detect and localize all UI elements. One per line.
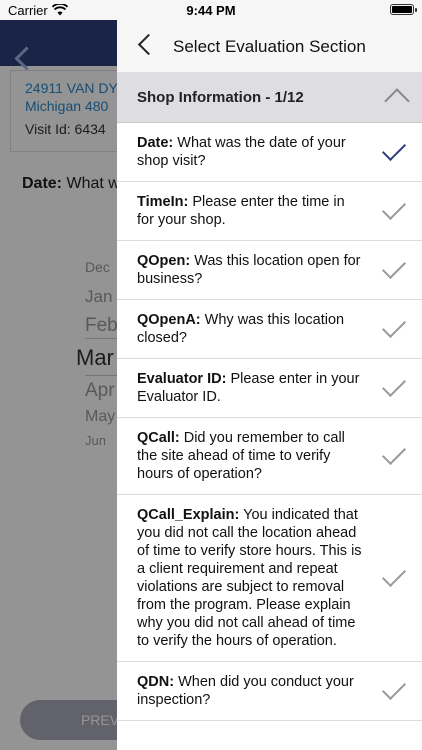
question-label: Date: — [137, 135, 174, 151]
question-label: Evaluator ID: — [137, 371, 227, 387]
question-item[interactable]: QCall_Explain: You indicated that you di… — [117, 495, 422, 662]
question-item[interactable]: Date: What was the date of your shop vis… — [117, 123, 422, 182]
question-item[interactable]: QOpenA: Why was this location closed? — [117, 300, 422, 359]
question-label: TimeIn: — [137, 194, 189, 210]
section-title: Shop Information - 1/12 — [137, 89, 304, 106]
status-bar: Carrier 9:44 PM — [0, 0, 422, 20]
checkmark-icon — [381, 136, 407, 162]
chevron-up-icon[interactable] — [384, 88, 410, 114]
panel-title: Select Evaluation Section — [173, 37, 366, 56]
question-item[interactable]: QOpen: Was this location open for busine… — [117, 241, 422, 300]
checkmark-icon — [381, 675, 407, 701]
question-label: QCall: — [137, 430, 180, 446]
checkmark-icon — [381, 440, 407, 466]
checkmark-icon — [381, 562, 407, 588]
question-label: QOpen: — [137, 253, 191, 269]
question-item[interactable]: Evaluator ID: Please enter in your Evalu… — [117, 359, 422, 418]
battery-icon — [390, 4, 417, 15]
question-label: QCall_Explain: — [137, 507, 240, 523]
question-text: You indicated that you did not call the … — [137, 507, 362, 649]
section-header[interactable]: Shop Information - 1/12 — [117, 72, 422, 123]
question-item[interactable]: QCall: Did you remember to call the site… — [117, 418, 422, 495]
question-item[interactable]: QDN: When did you conduct your inspectio… — [117, 662, 422, 721]
question-label: QOpenA: — [137, 312, 201, 328]
status-time: 9:44 PM — [186, 3, 236, 18]
checkmark-icon — [381, 372, 407, 398]
checkmark-icon — [381, 195, 407, 221]
back-chevron-icon[interactable] — [137, 33, 160, 56]
question-list: Date: What was the date of your shop vis… — [117, 123, 422, 721]
checkmark-icon — [381, 254, 407, 280]
question-item[interactable]: TimeIn: Please enter the time in for you… — [117, 182, 422, 241]
panel-header: Select Evaluation Section — [117, 20, 422, 73]
checkmark-icon — [381, 313, 407, 339]
evaluation-section-panel: Select Evaluation Section Shop Informati… — [117, 20, 422, 750]
question-label: QDN: — [137, 674, 175, 690]
